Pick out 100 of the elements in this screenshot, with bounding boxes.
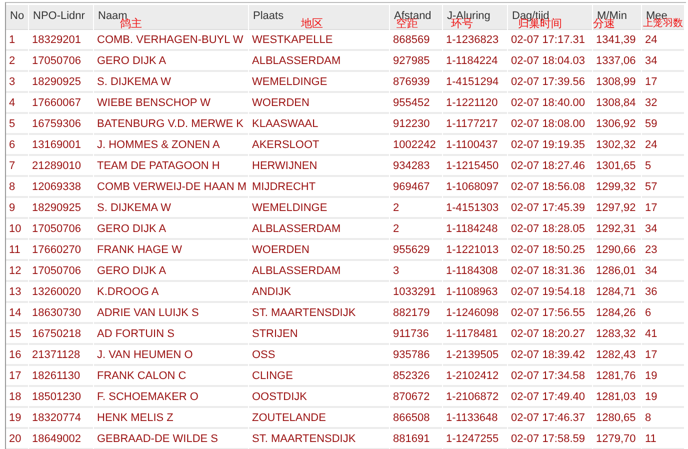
table-cell: 1-1184308 — [443, 261, 507, 282]
table-cell: 3 — [390, 261, 442, 282]
table-cell: 6 — [6, 135, 28, 156]
table-cell: 18649002 — [29, 429, 93, 449]
table-cell: 57 — [642, 177, 684, 198]
table-cell: 02-07 18:31.36 — [508, 261, 592, 282]
table-cell: 935786 — [390, 345, 442, 366]
table-cell: 15 — [6, 324, 28, 345]
table-cell: 1-2102412 — [443, 366, 507, 387]
table-cell: GERO DIJK A — [94, 51, 248, 72]
table-cell: 18290925 — [29, 72, 93, 93]
table-cell: WESTKAPELLE — [249, 30, 389, 51]
table-cell: K.DROOG A — [94, 282, 248, 303]
column-header[interactable]: Mee 上笼羽数 — [642, 5, 684, 30]
table-cell: 927985 — [390, 51, 442, 72]
column-header[interactable]: NPO-Lidnr — [29, 5, 93, 30]
table-cell: 17660067 — [29, 93, 93, 114]
table-cell: 1-1184248 — [443, 219, 507, 240]
table-cell: 02-07 19:19.35 — [508, 135, 592, 156]
table-cell: 870672 — [390, 387, 442, 408]
table-cell: 02-07 17:17.31 — [508, 30, 592, 51]
table-cell: 17 — [642, 345, 684, 366]
table-cell: 14 — [6, 303, 28, 324]
table-cell: HERWIJNEN — [249, 156, 389, 177]
table-cell: GEBRAAD-DE WILDE S — [94, 429, 248, 449]
table-cell: 3 — [6, 72, 28, 93]
table-cell: 7 — [6, 156, 28, 177]
table-cell: 1-1108963 — [443, 282, 507, 303]
table-cell: 02-07 18:27.46 — [508, 156, 592, 177]
table-cell: KLAASWAAL — [249, 114, 389, 135]
column-header[interactable]: No — [6, 5, 28, 30]
table-cell: 02-07 17:46.37 — [508, 408, 592, 429]
table-cell: 866508 — [390, 408, 442, 429]
table-cell: 11 — [6, 240, 28, 261]
table-cell: 17660270 — [29, 240, 93, 261]
table-cell: 4 — [6, 93, 28, 114]
table-cell: 882179 — [390, 303, 442, 324]
table-cell: WOERDEN — [249, 93, 389, 114]
table-cell: 21289010 — [29, 156, 93, 177]
table-cell: 8 — [642, 408, 684, 429]
table-cell: 02-07 18:08.00 — [508, 114, 592, 135]
table-cell: 36 — [642, 282, 684, 303]
table-cell: BATENBURG V.D. MERWE K — [94, 114, 248, 135]
table-cell: 17050706 — [29, 261, 93, 282]
table-cell: 17050706 — [29, 219, 93, 240]
annotation-label: 分速 — [593, 19, 615, 30]
table-cell: 16759306 — [29, 114, 93, 135]
table-cell: 02-07 18:56.08 — [508, 177, 592, 198]
table-cell: 23 — [642, 240, 684, 261]
table-cell: 1279,70 — [593, 429, 641, 449]
column-header[interactable]: M/Min 分速 — [593, 5, 641, 30]
table-cell: 02-07 19:54.18 — [508, 282, 592, 303]
table-cell: 1-1068097 — [443, 177, 507, 198]
table-cell: 1283,32 — [593, 324, 641, 345]
table-cell: 02-07 18:50.25 — [508, 240, 592, 261]
table-cell: 18261130 — [29, 366, 93, 387]
table-cell: 2 — [390, 219, 442, 240]
column-header[interactable]: Plaats 地区 — [249, 5, 389, 30]
table-cell: 1290,66 — [593, 240, 641, 261]
column-header[interactable]: Afstand 空距 — [390, 5, 442, 30]
table-cell: 13260020 — [29, 282, 93, 303]
table-cell: 02-07 18:39.42 — [508, 345, 592, 366]
table-cell: 32 — [642, 93, 684, 114]
table-cell: 1033291 — [390, 282, 442, 303]
table-cell: 1-1247255 — [443, 429, 507, 449]
table-cell: ST. MAARTENSDIJK — [249, 429, 389, 449]
table-cell: 1308,99 — [593, 72, 641, 93]
table-cell: 876939 — [390, 72, 442, 93]
table-cell: 1282,43 — [593, 345, 641, 366]
table-cell: 1280,65 — [593, 408, 641, 429]
table-cell: ADRIE VAN LUIJK S — [94, 303, 248, 324]
table-cell: 16 — [6, 345, 28, 366]
table-cell: WIEBE BENSCHOP W — [94, 93, 248, 114]
table-cell: 1-1221013 — [443, 240, 507, 261]
table-cell: 17050706 — [29, 51, 93, 72]
table-cell: 02-07 17:34.58 — [508, 366, 592, 387]
table-cell: 1 — [6, 30, 28, 51]
table-cell: 1-1215450 — [443, 156, 507, 177]
table-cell: 1-1221120 — [443, 93, 507, 114]
column-header[interactable]: Dag/tijd 归巢时间 — [508, 5, 592, 30]
table-cell: FRANK CALON C — [94, 366, 248, 387]
table-cell: 16750218 — [29, 324, 93, 345]
table-cell: 13 — [6, 282, 28, 303]
annotation-label: 上笼羽数 — [643, 19, 683, 29]
table-cell: AD FORTUIN S — [94, 324, 248, 345]
table-cell: 1302,32 — [593, 135, 641, 156]
table-cell: 1-1246098 — [443, 303, 507, 324]
table-cell: 02-07 17:58.59 — [508, 429, 592, 449]
table-cell: F. SCHOEMAKER O — [94, 387, 248, 408]
table-cell: 02-07 18:20.27 — [508, 324, 592, 345]
table-cell: 2 — [390, 198, 442, 219]
table-cell: OOSTDIJK — [249, 387, 389, 408]
table-cell: 18320774 — [29, 408, 93, 429]
column-header[interactable]: J-Aluring 环号 — [443, 5, 507, 30]
table-cell: 34 — [642, 51, 684, 72]
table-cell: 1-1100437 — [443, 135, 507, 156]
table-cell: ST. MAARTENSDIJK — [249, 303, 389, 324]
column-header[interactable]: Naam 鸽主 — [94, 5, 248, 30]
table-cell: 1-4151303 — [443, 198, 507, 219]
annotation-label: 环号 — [451, 19, 473, 30]
